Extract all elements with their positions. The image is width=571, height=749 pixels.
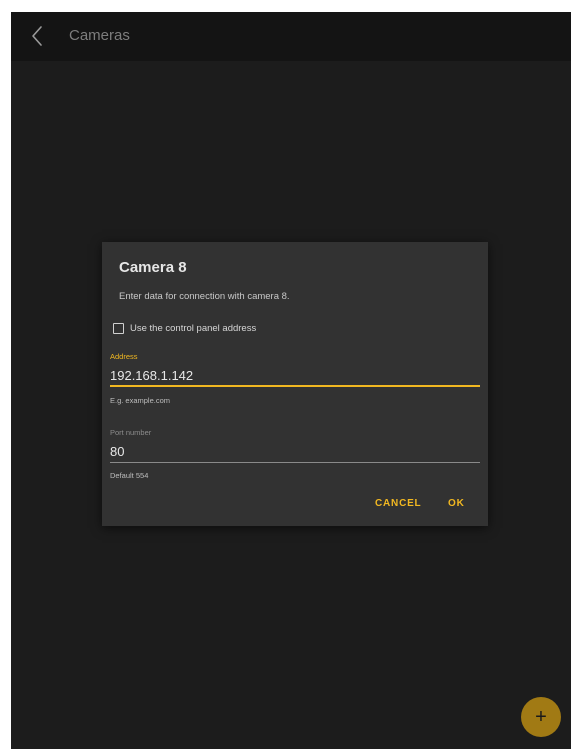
- port-field[interactable]: 80: [110, 444, 124, 459]
- address-underline: [110, 385, 480, 387]
- address-field[interactable]: 192.168.1.142: [110, 368, 193, 383]
- control-panel-address-checkbox[interactable]: [113, 322, 124, 334]
- port-underline: [110, 462, 480, 463]
- camera-dialog: Camera 8 Enter data for connection with …: [102, 242, 488, 526]
- address-label: Address: [110, 352, 138, 361]
- back-button[interactable]: [23, 22, 51, 50]
- chevron-left-icon: [32, 26, 42, 46]
- plus-icon: +: [535, 706, 547, 728]
- cancel-button[interactable]: CANCEL: [375, 498, 421, 509]
- control-panel-address-option[interactable]: Use the control panel address: [113, 320, 256, 336]
- screen: Cameras Camera 8 Enter data for connecti…: [11, 12, 571, 749]
- dialog-message: Enter data for connection with camera 8.: [119, 291, 290, 302]
- checkbox-label: Use the control panel address: [130, 322, 257, 334]
- dialog-title: Camera 8: [119, 259, 187, 276]
- add-camera-button[interactable]: +: [521, 697, 561, 737]
- ok-button[interactable]: OK: [448, 498, 465, 509]
- port-label: Port number: [110, 428, 152, 437]
- app-bar: Cameras: [11, 12, 571, 61]
- page-title: Cameras: [69, 27, 130, 44]
- address-helper: E.g. example.com: [110, 396, 171, 405]
- port-helper: Default 554: [110, 471, 149, 480]
